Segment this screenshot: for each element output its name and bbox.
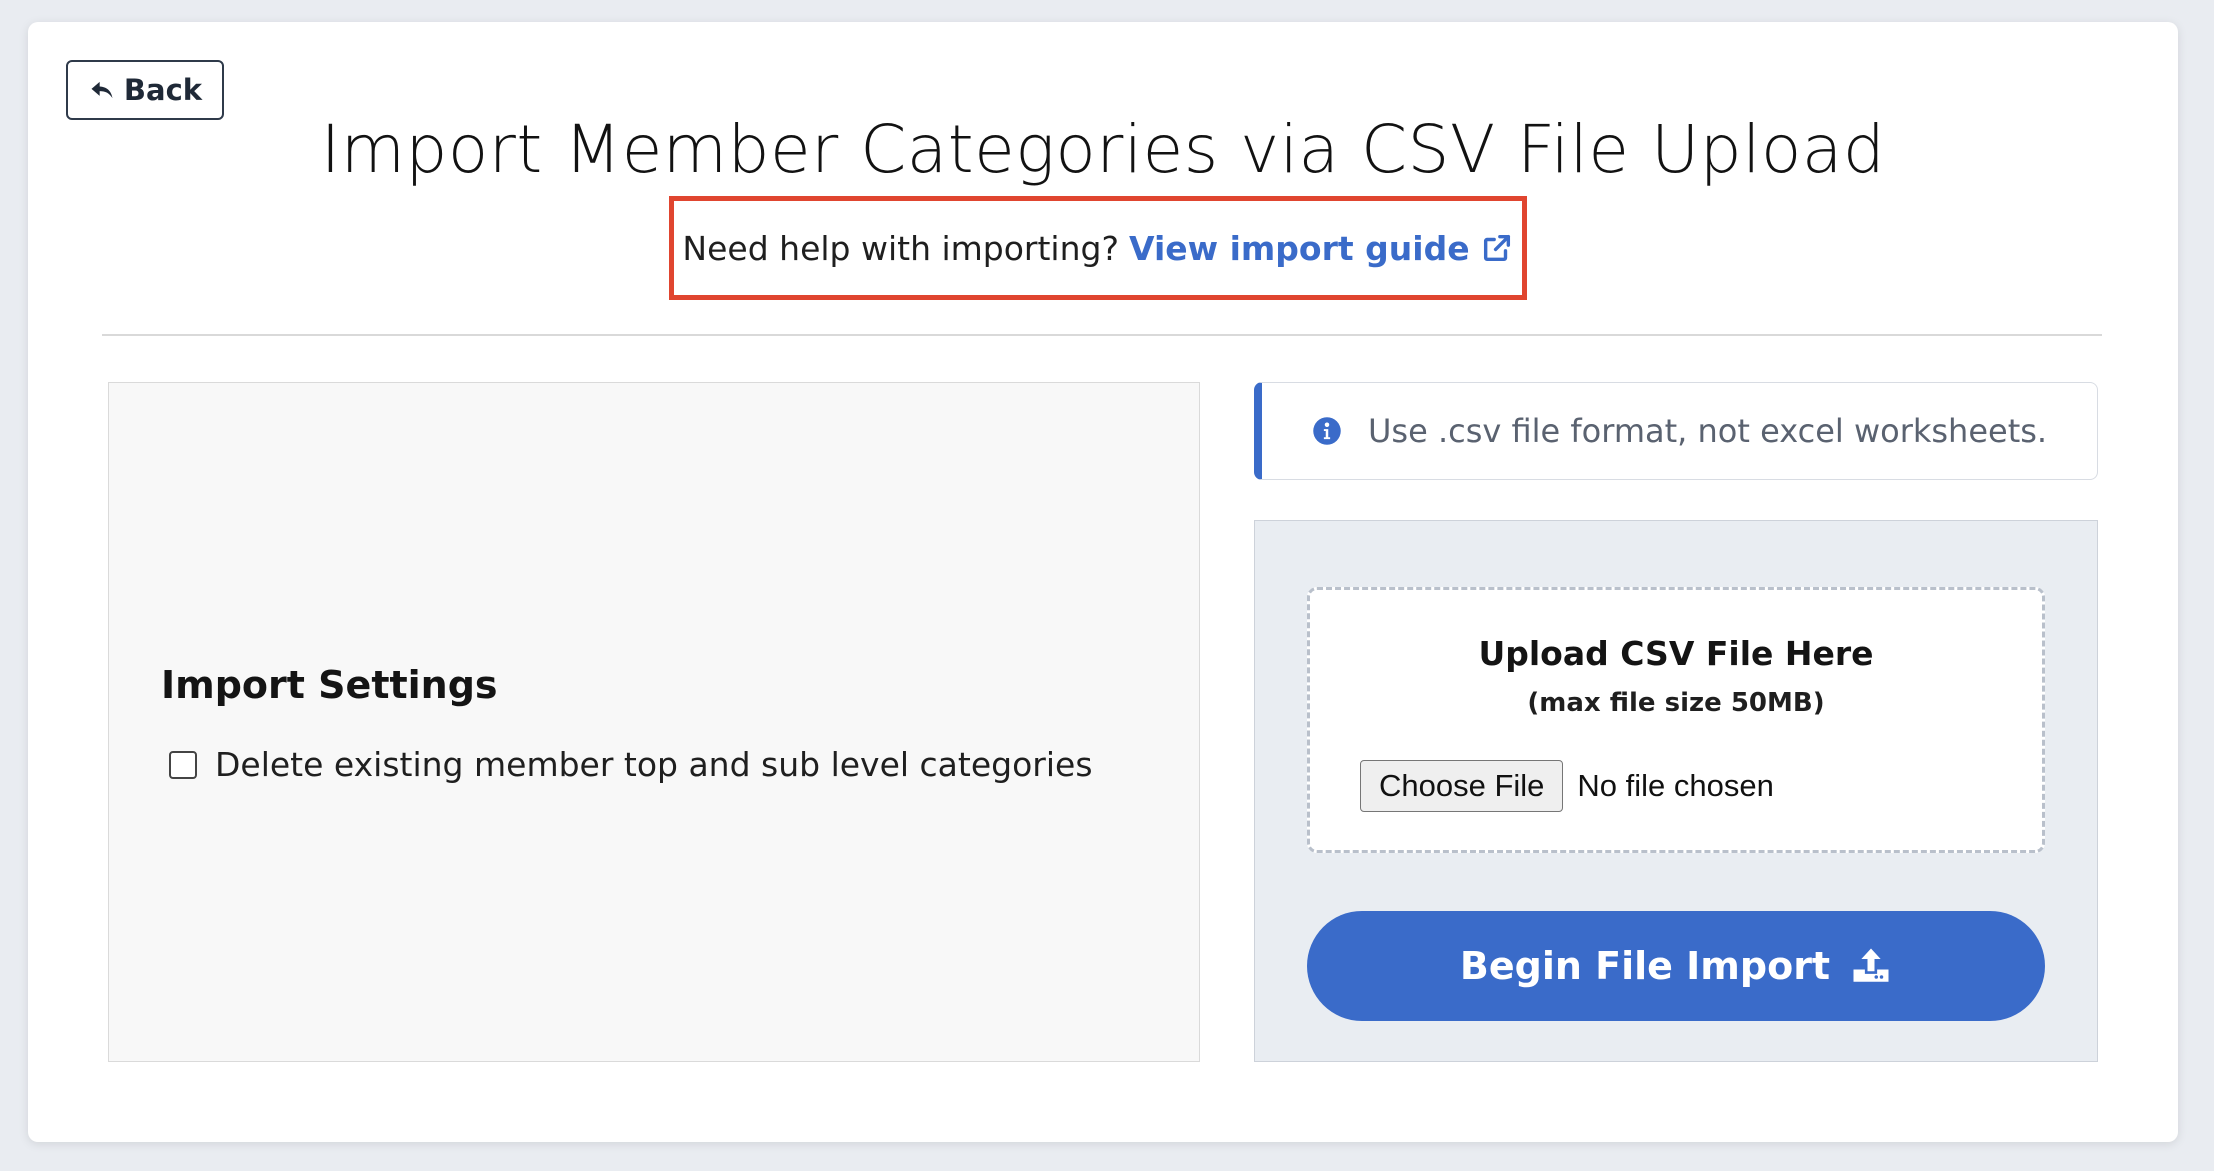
info-alert-text: Use .csv file format, not excel workshee… <box>1368 412 2048 450</box>
dropzone-max-size: (max file size 50MB) <box>1527 688 1825 718</box>
upload-panel: Upload CSV File Here (max file size 50MB… <box>1254 520 2098 1062</box>
help-callout: Need help with importing? View import gu… <box>669 196 1527 300</box>
file-input[interactable]: Choose File No file chosen <box>1360 760 1774 812</box>
import-card: Back Import Member Categories via CSV Fi… <box>28 22 2178 1142</box>
begin-file-import-button[interactable]: Begin File Import <box>1307 911 2045 1021</box>
import-settings-panel: Import Settings Delete existing member t… <box>108 382 1200 1062</box>
external-link-icon <box>1483 234 1510 262</box>
delete-existing-option[interactable]: Delete existing member top and sub level… <box>169 745 1093 784</box>
upload-tray-icon <box>1853 948 1889 982</box>
help-text: Need help with importing? <box>682 228 1119 268</box>
delete-existing-label: Delete existing member top and sub level… <box>215 745 1093 784</box>
import-settings-title: Import Settings <box>161 663 498 707</box>
info-circle-icon <box>1313 417 1341 445</box>
csv-format-info-alert: Use .csv file format, not excel workshee… <box>1254 382 2098 480</box>
page-title: Import Member Categories via CSV File Up… <box>320 111 1886 188</box>
csv-dropzone[interactable]: Upload CSV File Here (max file size 50MB… <box>1307 587 2045 853</box>
begin-import-label: Begin File Import <box>1459 944 1831 988</box>
delete-existing-checkbox[interactable] <box>169 750 197 779</box>
back-button-label: Back <box>123 73 203 107</box>
section-divider <box>102 334 2102 336</box>
dropzone-title: Upload CSV File Here <box>1478 634 1874 673</box>
file-status-text: No file chosen <box>1577 768 1774 803</box>
reply-arrow-icon <box>91 81 113 99</box>
view-import-guide-link[interactable]: View import guide <box>1129 229 1514 268</box>
choose-file-button[interactable]: Choose File <box>1360 760 1564 812</box>
help-link-label: View import guide <box>1128 228 1470 268</box>
back-button[interactable]: Back <box>66 60 224 120</box>
